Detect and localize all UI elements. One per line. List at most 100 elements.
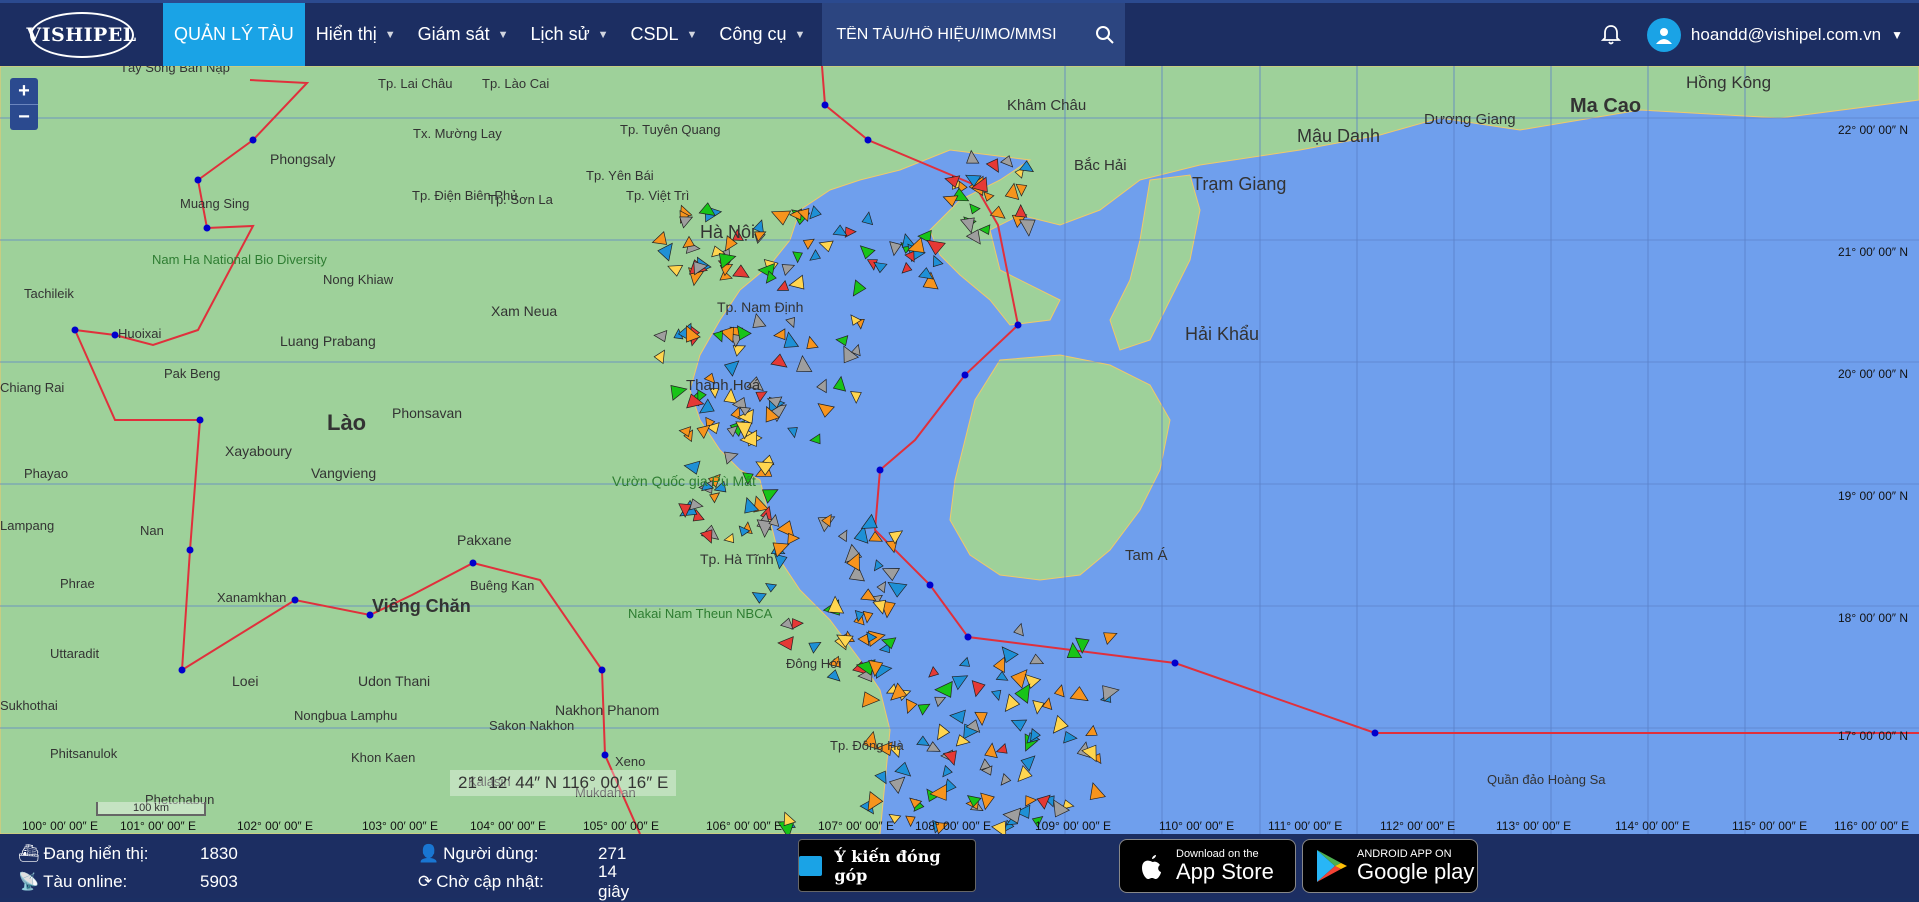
vessel-marker[interactable] bbox=[932, 254, 944, 268]
vessel-marker[interactable] bbox=[934, 696, 947, 708]
vessel-marker[interactable] bbox=[792, 251, 803, 264]
vessel-marker[interactable] bbox=[1004, 693, 1021, 712]
vessel-marker[interactable] bbox=[905, 815, 916, 828]
search-input[interactable] bbox=[836, 25, 1086, 44]
vessel-marker[interactable] bbox=[1103, 632, 1118, 645]
vessel-marker[interactable] bbox=[916, 735, 930, 746]
vessel-marker[interactable] bbox=[980, 792, 995, 811]
nav-cong-cu[interactable]: Công cụ ▼ bbox=[708, 3, 816, 66]
vessel-marker[interactable] bbox=[850, 391, 862, 404]
vessel-marker[interactable] bbox=[888, 776, 906, 795]
vessel-marker[interactable] bbox=[985, 158, 999, 173]
user-email[interactable]: hoandd@vishipel.com.vn bbox=[1691, 25, 1881, 45]
vessel-marker[interactable] bbox=[862, 610, 874, 624]
vessel-marker[interactable] bbox=[1063, 730, 1078, 744]
vessel-marker[interactable] bbox=[1053, 684, 1065, 698]
vessel-marker[interactable] bbox=[1069, 686, 1089, 702]
vessel-marker[interactable] bbox=[860, 513, 878, 529]
vessel-marker[interactable] bbox=[752, 313, 767, 329]
vessel-marker[interactable] bbox=[873, 559, 884, 572]
vessel-marker[interactable] bbox=[835, 335, 849, 347]
vessel-marker[interactable] bbox=[773, 328, 786, 341]
nav-giam-sat[interactable]: Giám sát ▼ bbox=[407, 3, 520, 66]
vessel-marker[interactable] bbox=[788, 274, 805, 290]
vessel-marker[interactable] bbox=[873, 261, 888, 274]
vessel-marker[interactable] bbox=[809, 433, 821, 445]
bell-icon[interactable] bbox=[1591, 24, 1631, 46]
vessel-marker[interactable] bbox=[860, 588, 877, 601]
zoom-in-button[interactable]: + bbox=[10, 78, 38, 104]
vessel-marker[interactable] bbox=[832, 375, 847, 392]
user-avatar-icon[interactable] bbox=[1646, 17, 1681, 52]
vessel-marker[interactable] bbox=[861, 211, 874, 226]
vessel-marker[interactable] bbox=[785, 317, 795, 329]
nav-hien-thi[interactable]: Hiển thị ▼ bbox=[305, 3, 407, 66]
feedback-button[interactable]: Ý kiến đóng góp bbox=[798, 839, 976, 892]
vessel-marker[interactable] bbox=[1000, 773, 1012, 786]
vessel-marker[interactable] bbox=[990, 689, 1002, 702]
vessel-marker[interactable] bbox=[837, 529, 848, 543]
vessel-marker[interactable] bbox=[876, 581, 887, 594]
app-store-badge[interactable]: Download on the App Store bbox=[1119, 839, 1296, 893]
nav-lich-su[interactable]: Lịch sử ▼ bbox=[520, 3, 620, 66]
vessel-marker[interactable] bbox=[1052, 714, 1069, 734]
vessel-marker[interactable] bbox=[887, 581, 908, 598]
vessel-marker[interactable] bbox=[942, 764, 953, 778]
vessel-marker[interactable] bbox=[1032, 700, 1045, 715]
vessel-marker[interactable] bbox=[949, 709, 966, 724]
vessel-marker[interactable] bbox=[991, 820, 1007, 834]
vessel-marker[interactable] bbox=[852, 279, 867, 297]
vessel-marker[interactable] bbox=[1025, 795, 1038, 807]
vessel-marker[interactable] bbox=[732, 345, 747, 357]
nav-csdl[interactable]: CSDL ▼ bbox=[620, 3, 709, 66]
search-icon[interactable] bbox=[1085, 3, 1125, 66]
vessel-marker[interactable] bbox=[1018, 219, 1036, 237]
vessel-marker[interactable] bbox=[827, 595, 845, 614]
vessel-marker[interactable] bbox=[872, 599, 887, 615]
vessel-marker[interactable] bbox=[698, 398, 715, 414]
nav-quan-ly-tau[interactable]: QUẢN LÝ TÀU bbox=[163, 3, 305, 66]
google-play-badge[interactable]: ANDROID APP ON Google play bbox=[1302, 839, 1478, 893]
vessel-marker[interactable] bbox=[816, 378, 827, 394]
vessel-marker[interactable] bbox=[1089, 782, 1106, 801]
vessel-marker[interactable] bbox=[770, 353, 788, 368]
vessel-marker[interactable] bbox=[881, 568, 901, 582]
vessel-marker[interactable] bbox=[736, 325, 752, 341]
vessel-marker[interactable] bbox=[783, 331, 800, 348]
vessel-marker[interactable] bbox=[809, 205, 822, 220]
vessel-marker[interactable] bbox=[995, 670, 1009, 681]
vessel-marker[interactable] bbox=[1085, 724, 1098, 736]
vessel-marker[interactable] bbox=[951, 675, 969, 691]
vessel-marker[interactable] bbox=[995, 743, 1008, 754]
vessel-marker[interactable] bbox=[817, 403, 835, 418]
vessel-marker[interactable] bbox=[1013, 622, 1024, 637]
vessel-marker[interactable] bbox=[809, 249, 821, 261]
vessel-marker[interactable] bbox=[723, 360, 740, 377]
vessel-marker[interactable] bbox=[901, 261, 913, 274]
vessel-marker[interactable] bbox=[917, 703, 931, 716]
vessel-marker[interactable] bbox=[905, 698, 918, 714]
vessel-marker[interactable] bbox=[1010, 719, 1028, 732]
vessel-marker[interactable] bbox=[937, 723, 951, 741]
vessel-marker[interactable] bbox=[802, 238, 815, 250]
vessel-marker[interactable] bbox=[818, 240, 834, 253]
vessel-marker[interactable] bbox=[806, 335, 819, 350]
vessel-marker[interactable] bbox=[984, 742, 998, 759]
vessel-marker[interactable] bbox=[796, 354, 813, 372]
vessel-marker[interactable] bbox=[926, 741, 941, 752]
vessel-marker[interactable] bbox=[958, 656, 971, 667]
vessel-marker[interactable] bbox=[859, 245, 876, 260]
vishipel-logo[interactable]: VISHIPEL bbox=[0, 3, 163, 66]
vessel-marker[interactable] bbox=[889, 241, 902, 257]
vessel-marker[interactable] bbox=[971, 680, 986, 698]
vessel-marker[interactable] bbox=[712, 330, 723, 343]
vessel-marker[interactable] bbox=[781, 264, 796, 276]
vessel-marker[interactable] bbox=[776, 279, 790, 291]
map-canvas[interactable]: Hà Nội Lào Hải Khẩu Tam Á Viêng Chăn Ma … bbox=[0, 66, 1919, 834]
vessel-marker[interactable] bbox=[992, 656, 1005, 674]
vessel-marker[interactable] bbox=[832, 224, 848, 237]
chevron-down-icon[interactable]: ▼ bbox=[1891, 28, 1903, 42]
vessel-marker[interactable] bbox=[1010, 669, 1028, 689]
vessel-marker[interactable] bbox=[928, 665, 940, 678]
vessel-marker[interactable] bbox=[894, 761, 912, 777]
